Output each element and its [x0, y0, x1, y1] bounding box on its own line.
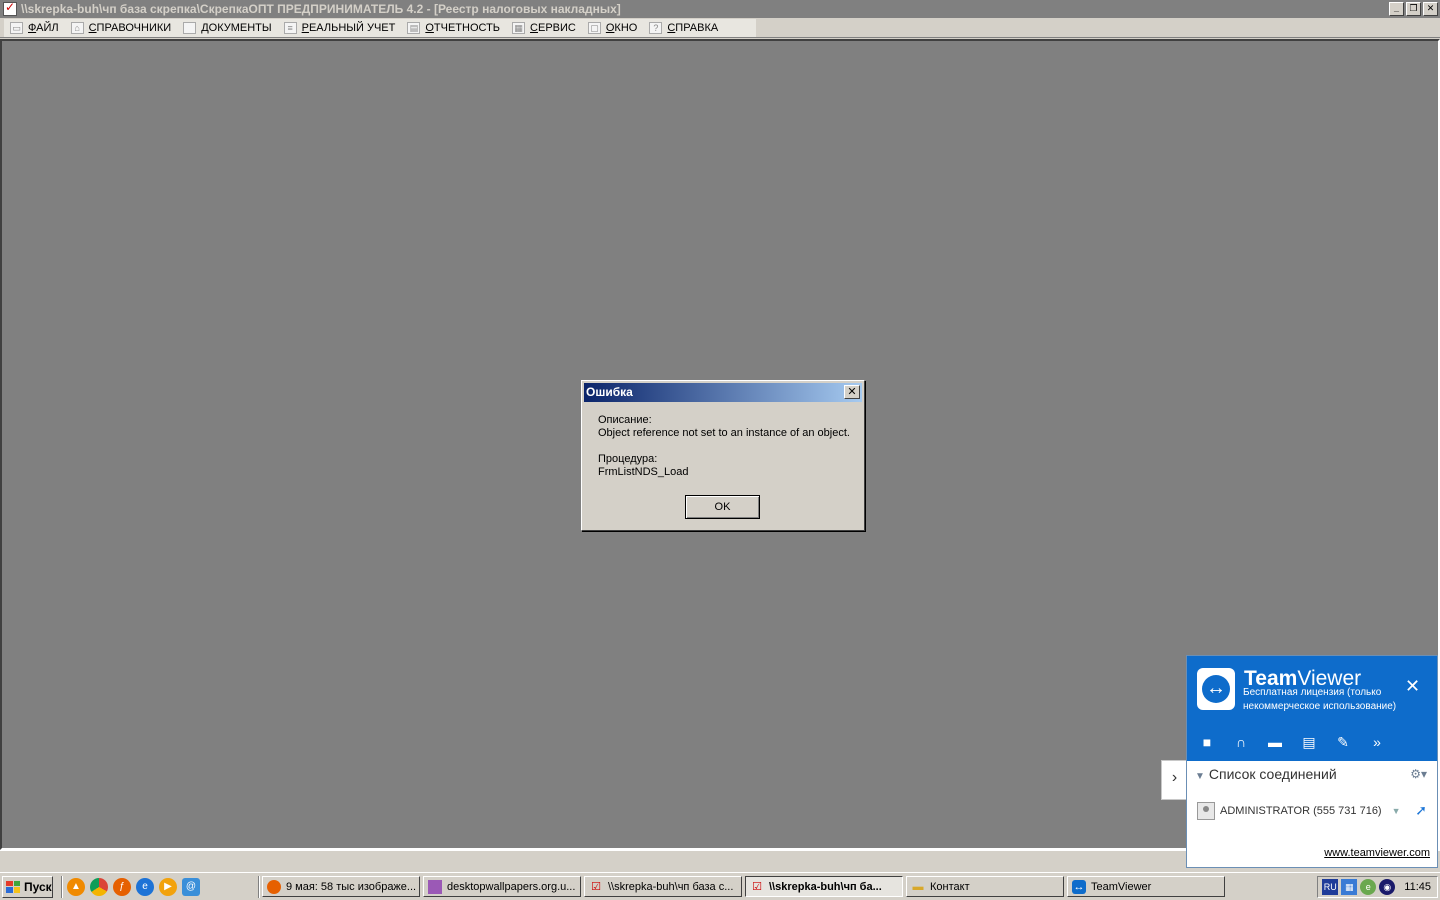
connections-section[interactable]: ▼ Список соединений: [1195, 766, 1337, 782]
teamviewer-close-icon[interactable]: ✕: [1405, 676, 1420, 697]
clock: 11:45: [1404, 881, 1431, 893]
task-folder[interactable]: ▬ Контакт: [906, 876, 1064, 897]
connection-item[interactable]: ADMINISTRATOR (555 731 716) ▼: [1197, 802, 1401, 820]
whiteboard-icon[interactable]: ✎: [1333, 732, 1353, 752]
window-icon: ▢: [587, 22, 601, 34]
ok-button[interactable]: OK: [685, 495, 760, 519]
menu-service[interactable]: ▦ СЕРВИС: [506, 19, 582, 37]
menu-window[interactable]: ▢ ОКНО: [582, 19, 643, 37]
gear-icon[interactable]: ⚙▾: [1410, 767, 1427, 781]
quick-launch: ▲ ƒ e ▶ @: [67, 877, 200, 896]
files-icon[interactable]: ▤: [1299, 732, 1319, 752]
video-icon[interactable]: ■: [1197, 732, 1217, 752]
description-label: Описание:: [598, 414, 652, 426]
license-text: Бесплатная лицензия (только некоммерческ…: [1243, 687, 1397, 712]
service-icon: ▦: [512, 22, 526, 34]
task-teamviewer[interactable]: ↔ TeamViewer: [1067, 876, 1225, 897]
error-description: Object reference not set to an instance …: [598, 427, 850, 439]
ledger-icon: ≡: [283, 22, 297, 34]
task-skrepka-1[interactable]: ☑ \\skrepka-buh\чп база с...: [584, 876, 742, 897]
avast-icon[interactable]: ▲: [67, 877, 85, 896]
menu-reporting[interactable]: ▤ ОТЧЕТНОСТЬ: [401, 19, 506, 37]
chrome-icon[interactable]: [90, 877, 108, 896]
tray-agent-icon[interactable]: ◉: [1379, 879, 1396, 895]
chat-icon[interactable]: ▬: [1265, 732, 1285, 752]
connection-name: ADMINISTRATOR (555 731 716): [1220, 805, 1382, 817]
chevron-down-icon[interactable]: ▼: [1392, 806, 1401, 816]
system-tray: RU ▦ e ◉ 11:45: [1317, 876, 1438, 898]
network-icon[interactable]: ▦: [1341, 879, 1358, 895]
more-icon[interactable]: »: [1367, 732, 1387, 752]
panel-collapse-handle[interactable]: ›: [1161, 760, 1187, 800]
skrepka-icon: ☑: [752, 880, 762, 893]
headset-icon[interactable]: ∩: [1231, 732, 1251, 752]
winrar-icon: [428, 879, 442, 894]
task-skrepka-active[interactable]: ☑ \\skrepka-buh\чп ба...: [745, 876, 903, 897]
teamviewer-header: TeamViewer Бесплатная лицензия (только н…: [1187, 656, 1437, 761]
teamviewer-icon: ↔: [1072, 879, 1086, 894]
menu-bar: ▭ ФАЙЛ ⌂ СПРАВОЧНИКИ ДОКУМЕНТЫ ≡ РЕАЛЬНЫ…: [0, 18, 1440, 38]
firefox-icon: [267, 879, 281, 894]
window-title: \\skrepka-buh\чп база скрепка\СкрепкаОПТ…: [21, 2, 621, 16]
dialog-title: Ошибка: [586, 385, 633, 399]
windows-logo-icon: [6, 880, 20, 893]
task-winrar[interactable]: desktopwallpapers.org.u...: [423, 876, 581, 897]
ie-icon[interactable]: e: [136, 877, 154, 896]
home-icon: ⌂: [70, 22, 84, 34]
menu-documents[interactable]: ДОКУМЕНТЫ: [177, 19, 277, 37]
procedure-label: Процедура:: [598, 453, 658, 465]
browser-icon[interactable]: @: [182, 877, 200, 896]
tray-app-icon[interactable]: e: [1360, 879, 1377, 895]
close-button[interactable]: ✕: [1423, 2, 1438, 16]
folder-open-icon: ▭: [10, 22, 23, 34]
window-titlebar[interactable]: \\skrepka-buh\чп база скрепка\СкрепкаОПТ…: [0, 0, 1440, 18]
menu-file[interactable]: ▭ ФАЙЛ: [4, 19, 65, 37]
menu-references[interactable]: ⌂ СПРАВОЧНИКИ: [65, 19, 178, 37]
procedure-name: FrmListNDS_Load: [598, 466, 689, 478]
menu-help[interactable]: ? СПРАВКА: [643, 19, 724, 37]
teamviewer-link[interactable]: www.teamviewer.com: [1324, 847, 1430, 859]
app-icon[interactable]: [3, 0, 17, 16]
menu-real-accounting[interactable]: ≡ РЕАЛЬНЫЙ УЧЕТ: [278, 19, 402, 37]
document-icon: [183, 22, 197, 34]
minimize-button[interactable]: _: [1389, 2, 1404, 16]
folder-icon: ▬: [912, 880, 924, 893]
dialog-titlebar[interactable]: Ошибка ✕: [584, 383, 862, 402]
dialog-close-button[interactable]: ✕: [844, 385, 860, 399]
help-icon: ?: [649, 22, 663, 34]
task-firefox[interactable]: 9 мая: 58 тыс изображе...: [262, 876, 420, 897]
language-indicator[interactable]: RU: [1322, 879, 1339, 895]
start-button[interactable]: Пуск: [2, 875, 53, 898]
teamviewer-logo-icon: [1197, 668, 1235, 710]
user-avatar-icon: [1197, 802, 1215, 820]
teamviewer-panel: TeamViewer Бесплатная лицензия (только н…: [1186, 655, 1438, 868]
firefox-icon[interactable]: ƒ: [113, 877, 131, 896]
error-dialog: Ошибка ✕ Описание: Object reference not …: [581, 380, 865, 531]
restore-button[interactable]: ❐: [1406, 2, 1421, 16]
cursor-icon[interactable]: ➚: [1415, 802, 1427, 819]
media-player-icon[interactable]: ▶: [159, 877, 177, 896]
taskbar: Пуск ▲ ƒ e ▶ @ 9 мая: 58 тыс изображе...…: [0, 872, 1440, 900]
collapse-triangle-icon: ▼: [1195, 771, 1205, 782]
skrepka-icon: ☑: [591, 880, 601, 893]
report-icon: ▤: [407, 22, 421, 34]
